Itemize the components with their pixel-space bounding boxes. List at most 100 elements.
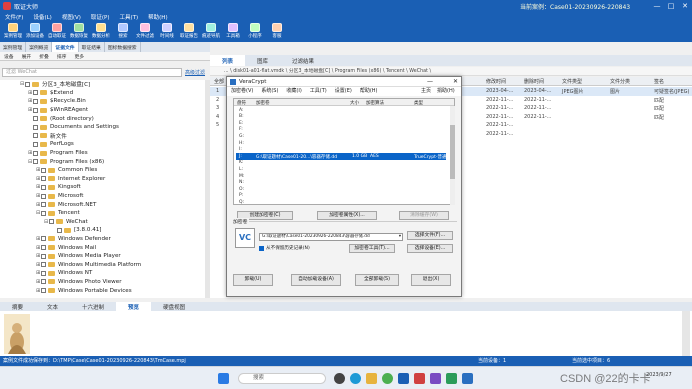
volume-tools-button[interactable]: 加密卷工具(T)...	[349, 244, 395, 253]
drive-list-scroll-thumb[interactable]	[450, 125, 455, 179]
tree-checkbox[interactable]	[33, 116, 38, 122]
tree-checkbox[interactable]	[33, 133, 38, 139]
tree-checkbox[interactable]	[41, 262, 46, 268]
app-icon-3[interactable]	[446, 373, 457, 384]
tree-item[interactable]: ⊞ $Recycle.Bin	[0, 97, 210, 106]
minimize-button[interactable]: —	[652, 1, 662, 11]
advanced-filter-link[interactable]: 高级过滤	[185, 69, 205, 76]
col-signature[interactable]: 签名	[654, 78, 664, 85]
tree-item[interactable]: ⊞ Windows Defender	[0, 235, 210, 244]
col-modified[interactable]: 修改时间	[486, 78, 506, 85]
tree-item[interactable]: ⊞ $WinREAgent	[0, 106, 210, 115]
menu-device[interactable]: 设备(L)	[28, 12, 56, 21]
tree-checkbox[interactable]	[41, 279, 46, 285]
store-icon[interactable]	[398, 373, 409, 384]
tree-item[interactable]: ⊞ Windows Portable Devices	[0, 286, 210, 295]
wipe-cache-button[interactable]: 清除缓存(W)	[399, 211, 449, 220]
toolbar-5-button[interactable]: 搜索	[112, 21, 134, 42]
toolbar-4-button[interactable]: 数据分析	[90, 21, 112, 42]
tree-checkbox[interactable]	[33, 141, 38, 147]
tree-item[interactable]: ⊞ Kingsoft	[0, 183, 210, 192]
unmount-all-button[interactable]: 全部卸载(S)	[355, 274, 399, 286]
menu-forensics[interactable]: 取证(P)	[86, 12, 115, 21]
toolbar-12-button[interactable]: 客服	[266, 21, 288, 42]
dialog-minimize-button[interactable]: —	[427, 77, 433, 87]
drive-row[interactable]: Q:	[236, 199, 446, 206]
volume-properties-button[interactable]: 加密卷属性(X)...	[317, 211, 377, 220]
tree-item[interactable]: ⊟ Tencent	[0, 209, 210, 218]
tree-filter-input[interactable]: 过滤 WeChat	[2, 68, 182, 77]
dmenu-system[interactable]: 系统(S)	[257, 87, 282, 96]
tree-item[interactable]: ⊟ WeChat	[0, 218, 210, 227]
bottom-tab-1[interactable]: 文本	[35, 302, 70, 311]
dmenu-volumes[interactable]: 加密卷(V)	[227, 87, 257, 96]
tree-item[interactable]: PerfLogs	[0, 140, 210, 149]
tab-filter-results[interactable]: 过滤结果	[280, 55, 326, 66]
tree-item[interactable]: ⊞ Windows Photo Viewer	[0, 278, 210, 287]
tree-checkbox[interactable]	[41, 245, 46, 251]
tab-list[interactable]: 列表	[210, 55, 246, 66]
tree-item[interactable]: ⊞ Windows Media Player	[0, 252, 210, 261]
col-file-category[interactable]: 文件分类	[610, 78, 630, 85]
tab-gallery[interactable]: 图库	[245, 55, 280, 66]
toolbar-1-button[interactable]: 添加设备	[24, 21, 46, 42]
tree-checkbox[interactable]	[41, 176, 46, 182]
toolbar-11-button[interactable]: 小程序	[244, 21, 266, 42]
dialog-close-button[interactable]: ✕	[453, 77, 458, 87]
preview-scrollbar[interactable]	[682, 311, 690, 356]
tree-item[interactable]: ⊞ Microsoft	[0, 192, 210, 201]
col-size[interactable]: 大小	[350, 100, 359, 106]
bottom-tab-4[interactable]: 硬盘视图	[151, 302, 197, 311]
left-tab-1[interactable]: 案例概览	[26, 42, 53, 52]
dmenu-favorites[interactable]: 收藏(I)	[282, 87, 305, 96]
toolbar-3-button[interactable]: 数据恢复	[68, 21, 90, 42]
tree-item[interactable]: ⊞ Common Files	[0, 166, 210, 175]
close-button[interactable]: ✕	[680, 1, 690, 11]
col-deleted[interactable]: 删除时间	[524, 78, 544, 85]
tree-checkbox[interactable]	[41, 193, 46, 199]
tree-checkbox[interactable]	[41, 236, 46, 242]
task-view-icon[interactable]	[334, 373, 345, 384]
tree-item[interactable]: ⊞ Windows Mail	[0, 243, 210, 252]
tree-checkbox[interactable]	[41, 253, 46, 259]
tree-checkbox[interactable]	[41, 202, 46, 208]
tree-item[interactable]: ⊞ $Extend	[0, 89, 210, 98]
left-tab-0[interactable]: 案例管理	[0, 42, 27, 52]
tree-item[interactable]: ⊞ Microsoft.NET	[0, 200, 210, 209]
col-algo[interactable]: 加密算法	[366, 100, 384, 106]
veracrypt-icon[interactable]	[462, 373, 473, 384]
col-volume[interactable]: 加密卷	[256, 100, 270, 106]
tree-checkbox[interactable]	[25, 81, 30, 87]
tree-checkbox[interactable]	[33, 150, 38, 156]
toolbar-6-button[interactable]: 文件过滤	[134, 21, 156, 42]
tree-item[interactable]: ⊞ Windows NT	[0, 269, 210, 278]
tree-checkbox[interactable]	[33, 90, 38, 96]
tree-checkbox[interactable]	[33, 107, 38, 113]
volume-path-select[interactable]: G:\取证题材\Case01-20230926-220843\容器存储.dd ▾	[259, 233, 403, 241]
col-type[interactable]: 类型	[414, 100, 423, 106]
tree-checkbox[interactable]	[41, 270, 46, 276]
maximize-button[interactable]: □	[666, 1, 676, 11]
col-drive[interactable]: 盘符	[237, 100, 246, 106]
tree-checkbox[interactable]	[33, 124, 38, 130]
toolbar-7-button[interactable]: 时间线	[156, 21, 178, 42]
tool-collapse[interactable]: 折叠	[35, 52, 53, 60]
taskbar-search[interactable]: 搜索	[238, 373, 326, 384]
auto-mount-button[interactable]: 自动加载设备(A)	[291, 274, 341, 286]
toolbar-2-button[interactable]: 自动取证	[46, 21, 68, 42]
menu-tools[interactable]: 工具(T)	[115, 12, 144, 21]
select-device-button[interactable]: 选择设备(E)...	[407, 244, 453, 253]
tool-sort[interactable]: 排序	[53, 52, 71, 60]
unmount-button[interactable]: 卸载(U)	[233, 274, 273, 286]
grid-header-all[interactable]: 全部	[214, 78, 224, 85]
tool-device[interactable]: 设备	[0, 52, 18, 60]
never-save-history-checkbox[interactable]	[259, 246, 264, 251]
toolbar-10-button[interactable]: 工具箱	[222, 21, 244, 42]
tree-item[interactable]: ⊟ 分区3_本地磁盘[C]	[0, 80, 210, 89]
menu-help[interactable]: 帮助(H)	[143, 12, 172, 21]
bottom-tab-2[interactable]: 十六进制	[70, 302, 116, 311]
explorer-icon[interactable]	[366, 373, 377, 384]
tree-checkbox[interactable]	[57, 227, 62, 233]
bottom-tab-0[interactable]: 摘要	[0, 302, 35, 311]
tree-checkbox[interactable]	[41, 184, 46, 190]
